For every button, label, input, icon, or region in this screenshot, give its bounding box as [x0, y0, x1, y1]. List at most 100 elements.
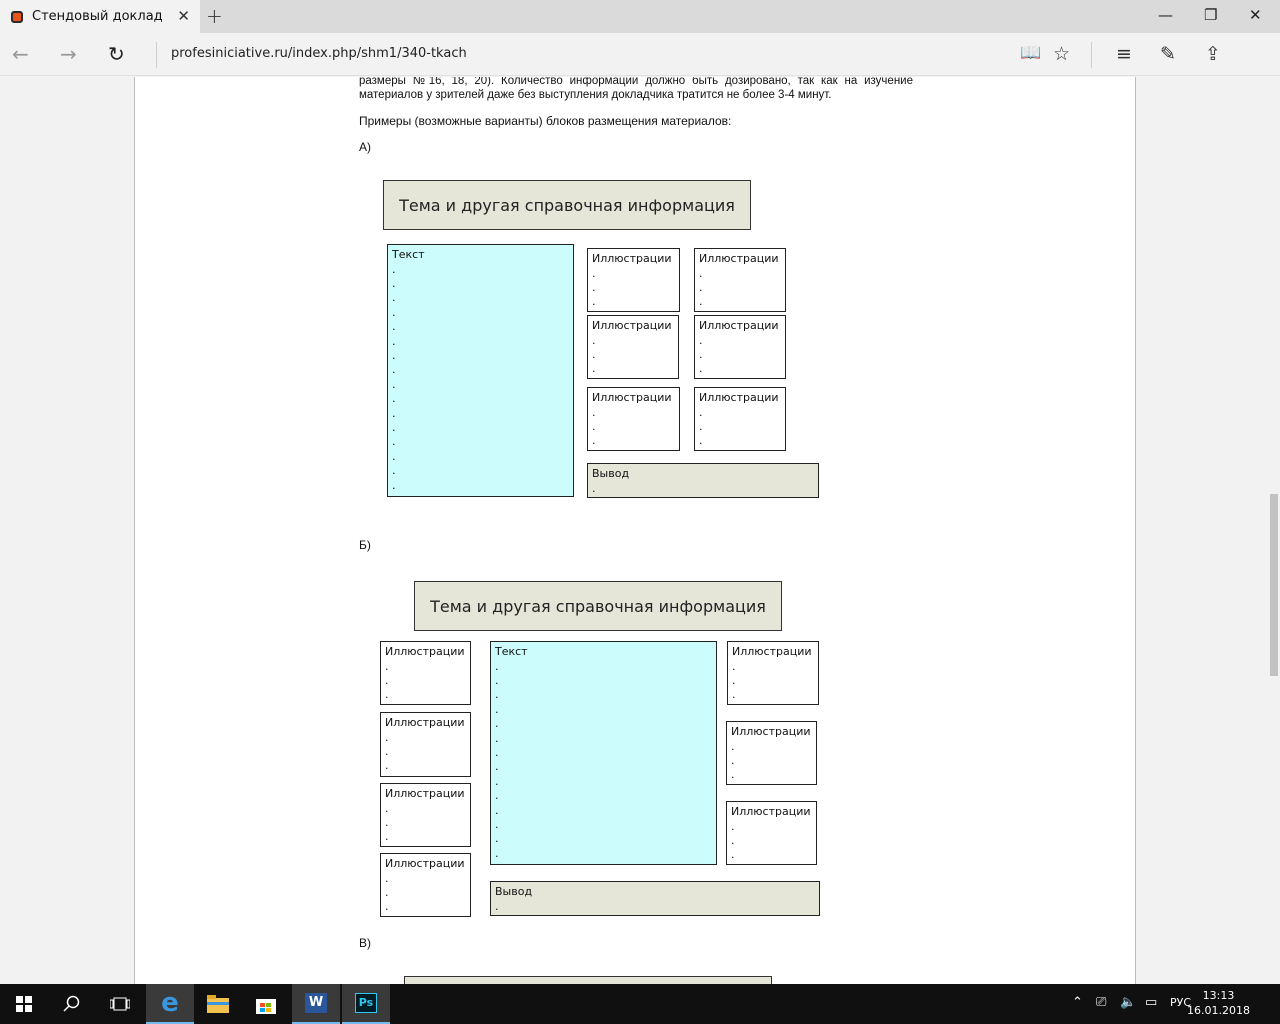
- illustration-block: Иллюстрации. . .: [587, 248, 680, 312]
- tab-active[interactable]: Стендовый доклад как ✕: [0, 0, 200, 33]
- refresh-icon[interactable]: ↻: [108, 42, 125, 66]
- taskbar: e W Ps ⌃ ⎚ 🔈 ▭ РУС 13:13 16.01.2018: [0, 984, 1280, 1024]
- examples-heading: Примеры (возможные варианты) блоков разм…: [359, 114, 732, 128]
- text-block-dots: . . . . . . . . . . . . . . . .: [392, 262, 396, 492]
- site-favicon-icon: [11, 10, 23, 23]
- illustration-title: Иллюстрации: [385, 716, 465, 729]
- illustration-dots: . . .: [731, 739, 735, 782]
- new-tab-button[interactable]: +: [206, 4, 223, 28]
- page-viewport: размеры №16, 18, 20). Количество информа…: [0, 77, 1280, 984]
- illustration-block: Иллюстрации. . .: [380, 853, 471, 917]
- clock-time: 13:13: [1202, 989, 1235, 1002]
- scrollbar-thumb[interactable]: [1270, 494, 1278, 676]
- topic-block: Тема и другая справочная информация: [414, 581, 782, 631]
- clock-date: 16.01.2018: [1187, 1004, 1250, 1017]
- tab-close-icon[interactable]: ✕: [177, 7, 190, 25]
- text-block: Текст . . . . . . . . . . . . . . . .: [387, 244, 574, 497]
- variant-a-label: А): [359, 140, 371, 154]
- notifications-icon[interactable]: ▭: [1145, 995, 1157, 1010]
- file-explorer-button[interactable]: [194, 984, 242, 1024]
- illustration-block: Иллюстрации. . .: [380, 712, 471, 777]
- volume-icon[interactable]: 🔈: [1120, 995, 1136, 1010]
- conclusion-dots: .: [592, 481, 596, 495]
- network-icon[interactable]: ⎚: [1096, 995, 1106, 1010]
- scrollbar[interactable]: [1268, 77, 1280, 984]
- windows-logo-icon: [16, 996, 32, 1012]
- divider: [1091, 42, 1092, 68]
- address-input[interactable]: profesiniciative.ru/index.php/shm1/340-t…: [171, 46, 467, 61]
- store-button[interactable]: [242, 984, 290, 1024]
- illustration-block: Иллюстрации. . .: [380, 783, 471, 847]
- intro-paragraph: размеры №16, 18, 20). Количество информа…: [359, 77, 913, 101]
- variant-c-label: В): [359, 936, 371, 950]
- illustration-block: Иллюстрации. . .: [726, 721, 817, 785]
- illustration-dots: . . .: [732, 659, 736, 702]
- clock[interactable]: 13:13 16.01.2018: [1187, 988, 1250, 1018]
- illustration-block: Иллюстрации. . .: [587, 387, 680, 451]
- illustration-title: Иллюстрации: [699, 319, 779, 332]
- text-block-title: Текст: [495, 645, 528, 658]
- reading-view-icon[interactable]: 📖: [1020, 43, 1041, 63]
- conclusion-title: Вывод: [495, 885, 533, 898]
- word-icon: W: [305, 993, 327, 1013]
- store-icon: [256, 999, 276, 1014]
- forward-icon[interactable]: →: [60, 42, 77, 66]
- tab-title: Стендовый доклад как: [32, 9, 167, 24]
- photoshop-icon: Ps: [355, 993, 377, 1013]
- conclusion-title: Вывод: [592, 467, 630, 480]
- illustration-title: Иллюстрации: [592, 252, 672, 265]
- illustration-block: Иллюстрации. . .: [587, 315, 679, 379]
- back-icon[interactable]: ←: [12, 42, 29, 66]
- illustration-block: Иллюстрации. . .: [726, 801, 817, 865]
- illustration-dots: . . .: [699, 405, 703, 448]
- illustration-block: Иллюстрации. . .: [694, 248, 786, 312]
- favorite-star-icon[interactable]: ☆: [1053, 43, 1070, 65]
- address-bar-row: ← → ↻ profesiniciative.ru/index.php/shm1…: [0, 33, 1280, 76]
- illustration-block: Иллюстрации. . .: [727, 641, 819, 705]
- conclusion-block: Вывод.: [490, 881, 820, 916]
- topic-block: Тема и другая справочная информация: [383, 180, 751, 230]
- task-view-icon: [110, 997, 130, 1011]
- tab-bar: Стендовый доклад как ✕ + — ❐ ✕: [0, 0, 1280, 33]
- conclusion-dots: .: [495, 899, 499, 913]
- start-button[interactable]: [0, 984, 48, 1024]
- illustration-title: Иллюстрации: [699, 252, 779, 265]
- illustration-dots: . . .: [385, 659, 389, 702]
- illustration-title: Иллюстрации: [385, 645, 465, 658]
- word-taskbar-button[interactable]: W: [292, 984, 340, 1024]
- hub-icon[interactable]: ≡: [1116, 43, 1132, 65]
- text-block-dots: . . . . . . . . . . . . . .: [495, 659, 499, 860]
- illustration-dots: . . .: [385, 801, 389, 844]
- illustration-title: Иллюстрации: [699, 391, 779, 404]
- close-window-button[interactable]: ✕: [1249, 6, 1262, 24]
- illustration-dots: . . .: [592, 405, 596, 448]
- conclusion-block: Вывод.: [587, 463, 819, 498]
- share-icon[interactable]: ⇪: [1205, 43, 1221, 65]
- illustration-dots: . . .: [699, 266, 703, 309]
- illustration-title: Иллюстрации: [385, 857, 465, 870]
- illustration-dots: . . .: [731, 819, 735, 862]
- illustration-dots: . . .: [385, 730, 389, 773]
- text-block: Текст . . . . . . . . . . . . . .: [490, 641, 717, 865]
- file-explorer-icon: [207, 995, 229, 1013]
- illustration-block: Иллюстрации. . .: [380, 641, 471, 705]
- edge-icon: e: [161, 988, 179, 1018]
- illustration-title: Иллюстрации: [732, 645, 812, 658]
- illustration-block: Иллюстрации. . .: [694, 387, 786, 451]
- document-page: размеры №16, 18, 20). Количество информа…: [134, 77, 1136, 984]
- illustration-title: Иллюстрации: [731, 725, 811, 738]
- show-hidden-icons-icon[interactable]: ⌃: [1072, 995, 1083, 1010]
- search-button[interactable]: [48, 984, 96, 1024]
- restore-button[interactable]: ❐: [1204, 6, 1217, 24]
- task-view-button[interactable]: [96, 984, 144, 1024]
- search-icon: [63, 995, 80, 1012]
- minimize-button[interactable]: —: [1158, 6, 1173, 24]
- illustration-title: Иллюстрации: [385, 787, 465, 800]
- edge-taskbar-button[interactable]: e: [146, 984, 194, 1024]
- web-note-icon[interactable]: ✎: [1160, 43, 1176, 65]
- illustration-dots: . . .: [385, 871, 389, 914]
- divider: [156, 42, 157, 68]
- photoshop-taskbar-button[interactable]: Ps: [342, 984, 390, 1024]
- illustration-title: Иллюстрации: [592, 391, 672, 404]
- illustration-dots: . . .: [699, 333, 703, 376]
